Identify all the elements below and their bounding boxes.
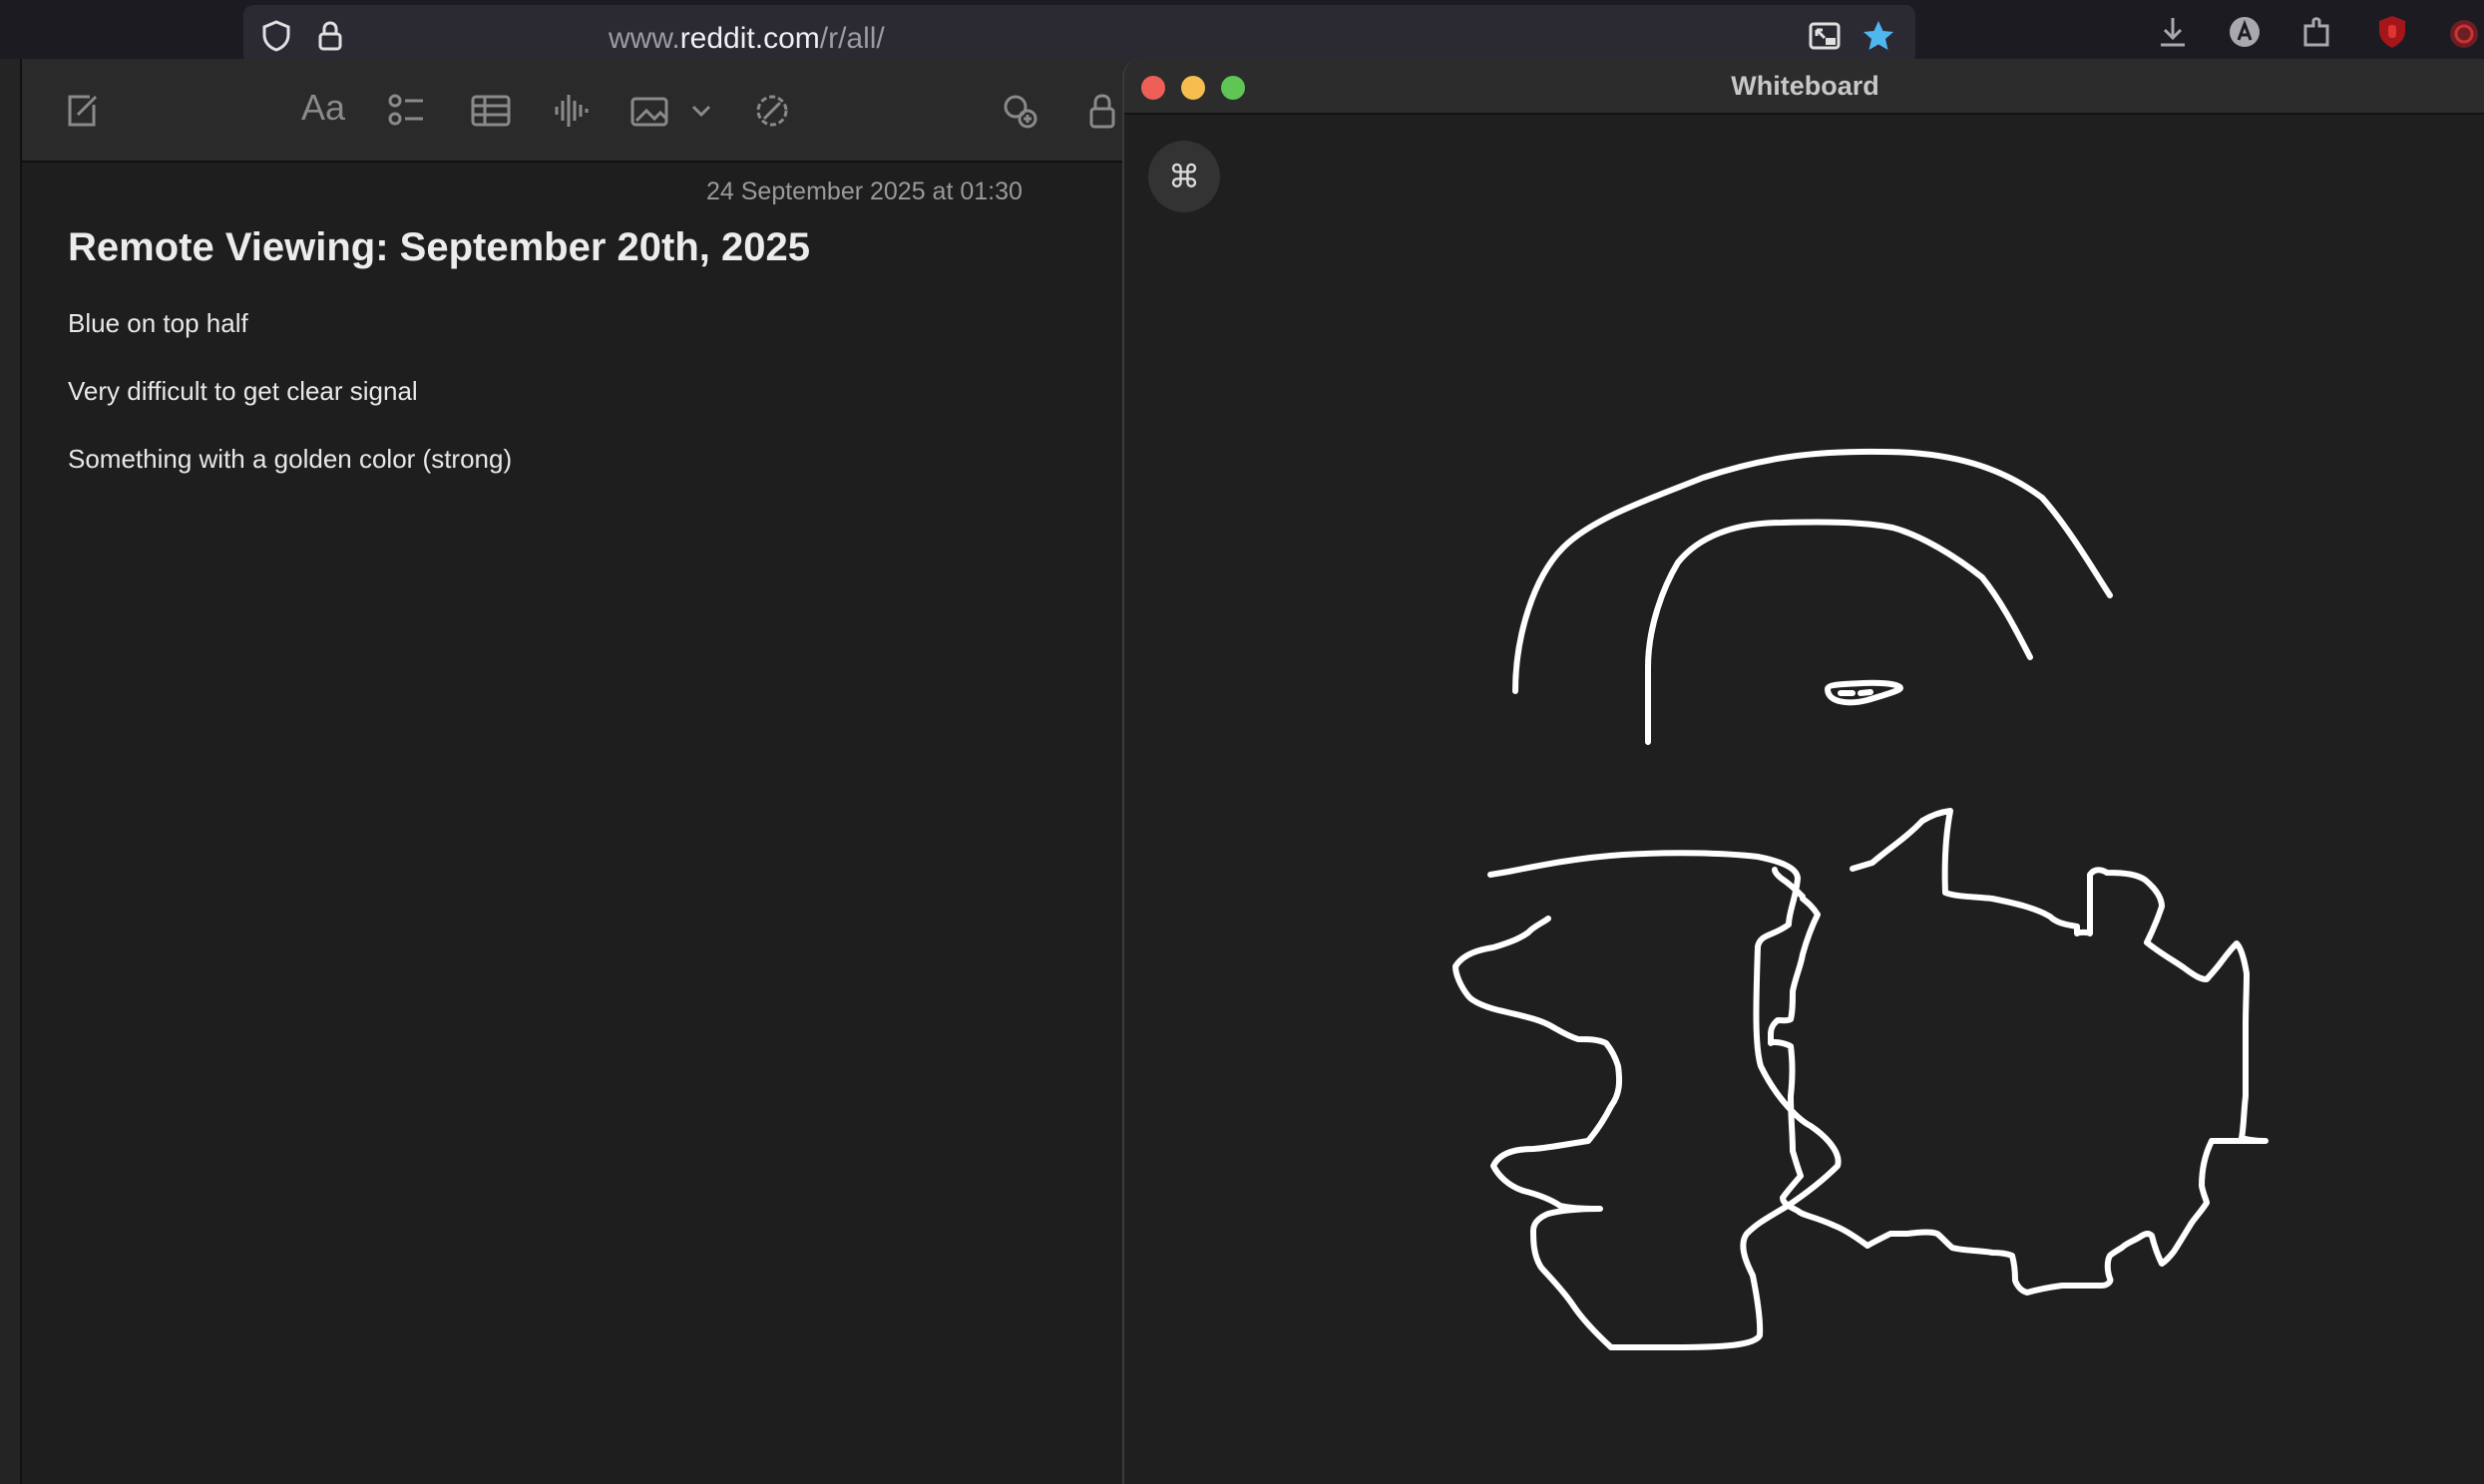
- notes-toolbar: Aa: [22, 59, 1127, 163]
- extension-badge-icon[interactable]: [2444, 12, 2484, 52]
- small-mark-detail: [1838, 689, 1873, 696]
- lock-icon[interactable]: [313, 19, 347, 53]
- collaborate-icon[interactable]: [998, 89, 1041, 133]
- downloads-icon[interactable]: [2153, 12, 2193, 52]
- inner-arc-stroke: [1645, 519, 2033, 745]
- outer-arc-stroke: [1512, 448, 2113, 694]
- checklist-icon[interactable]: [385, 89, 429, 133]
- whiteboard-titlebar[interactable]: Whiteboard: [1124, 59, 2484, 115]
- whiteboard-window: Whiteboard ⌘: [1122, 59, 2484, 1484]
- left-shape-stroke: [1452, 850, 1842, 1350]
- url-prefix: www.: [609, 22, 680, 55]
- note-line[interactable]: Something with a golden color (strong): [68, 444, 512, 475]
- audio-waveform-icon[interactable]: [549, 89, 593, 133]
- chevron-down-icon[interactable]: [686, 89, 716, 133]
- browser-toolbar: www.reddit.com/r/all/: [0, 0, 2484, 65]
- note-line[interactable]: Blue on top half: [68, 308, 248, 339]
- drawing-canvas[interactable]: [1124, 113, 2484, 1484]
- note-date: 24 September 2025 at 01:30: [706, 178, 1023, 205]
- note-title[interactable]: Remote Viewing: September 20th, 2025: [68, 225, 810, 270]
- url-domain: reddit.com: [679, 22, 820, 55]
- notes-sidebar-edge: [0, 59, 22, 1484]
- lock-note-icon[interactable]: [1081, 89, 1125, 133]
- url-path: /r/all/: [819, 22, 885, 55]
- notes-window: [0, 59, 1127, 1484]
- media-icon[interactable]: [630, 89, 674, 133]
- writing-tools-icon[interactable]: [750, 89, 794, 133]
- format-text-button[interactable]: Aa: [301, 87, 345, 129]
- ublock-icon[interactable]: [2372, 12, 2412, 52]
- account-icon[interactable]: [2225, 12, 2265, 52]
- extensions-icon[interactable]: [2297, 12, 2337, 52]
- right-shape-stroke: [1768, 808, 2269, 1296]
- shield-icon[interactable]: [259, 19, 293, 53]
- note-line[interactable]: Very difficult to get clear signal: [68, 376, 418, 407]
- bookmark-star-icon[interactable]: [1862, 19, 1895, 53]
- picture-in-picture-icon[interactable]: [1808, 19, 1842, 53]
- address-bar[interactable]: www.reddit.com/r/all/: [243, 5, 1915, 65]
- whiteboard-title: Whiteboard: [1731, 71, 1879, 101]
- new-note-icon[interactable]: [60, 89, 104, 133]
- table-icon[interactable]: [469, 89, 513, 133]
- url-text[interactable]: www.reddit.com/r/all/: [609, 22, 885, 56]
